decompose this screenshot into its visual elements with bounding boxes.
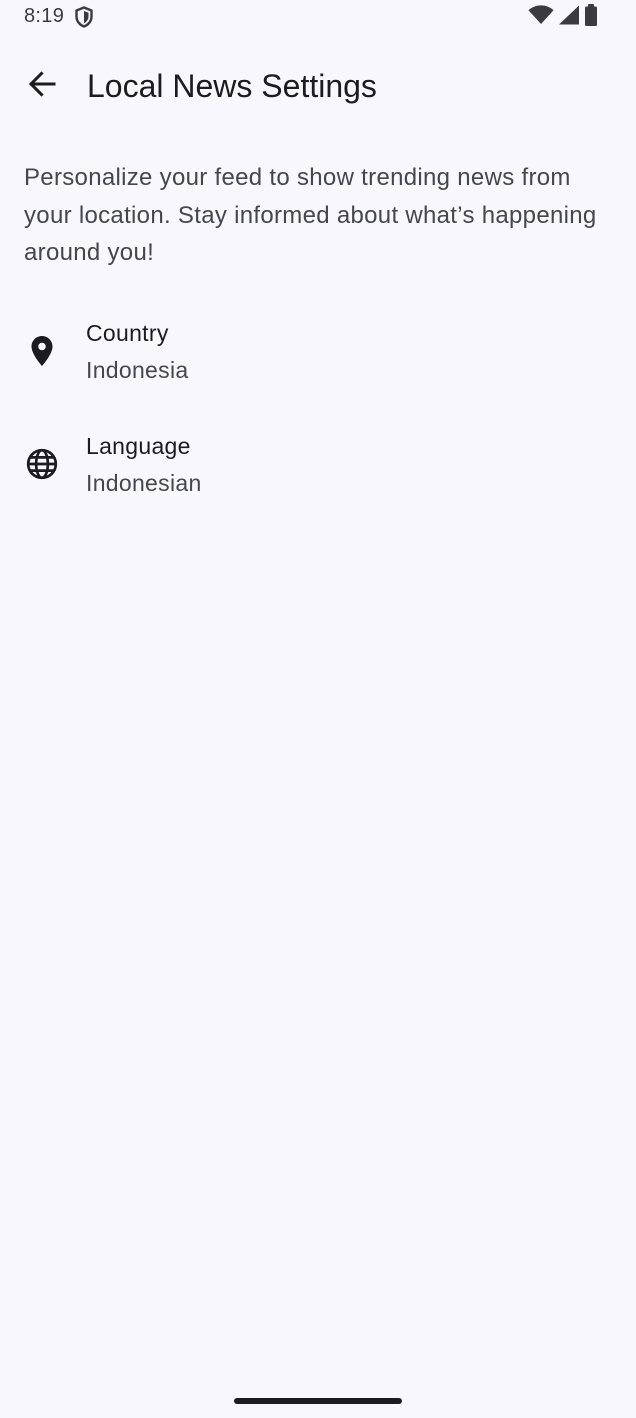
status-icons bbox=[528, 3, 598, 31]
cellular-signal-icon bbox=[558, 5, 580, 30]
page-title: Local News Settings bbox=[87, 68, 377, 104]
battery-icon bbox=[584, 3, 598, 31]
wifi-icon bbox=[528, 4, 554, 30]
description-text: Personalize your feed to show trending n… bbox=[24, 164, 597, 266]
app-bar: Local News Settings bbox=[0, 50, 636, 122]
setting-item-language[interactable]: Language Indonesian bbox=[0, 416, 636, 516]
shield-icon bbox=[74, 6, 94, 28]
globe-icon bbox=[24, 446, 60, 482]
arrow-back-icon bbox=[27, 69, 57, 104]
setting-value-country: Indonesia bbox=[86, 357, 189, 383]
setting-item-country[interactable]: Country Indonesia bbox=[0, 303, 636, 403]
setting-label-language: Language bbox=[86, 433, 191, 459]
status-bar: 8:19 bbox=[0, 0, 636, 34]
status-time: 8:19 bbox=[24, 5, 65, 27]
setting-label-country: Country bbox=[86, 320, 169, 346]
location-pin-icon bbox=[24, 333, 60, 369]
back-button[interactable] bbox=[18, 62, 66, 110]
setting-value-language: Indonesian bbox=[86, 470, 202, 496]
home-indicator[interactable] bbox=[234, 1398, 402, 1404]
